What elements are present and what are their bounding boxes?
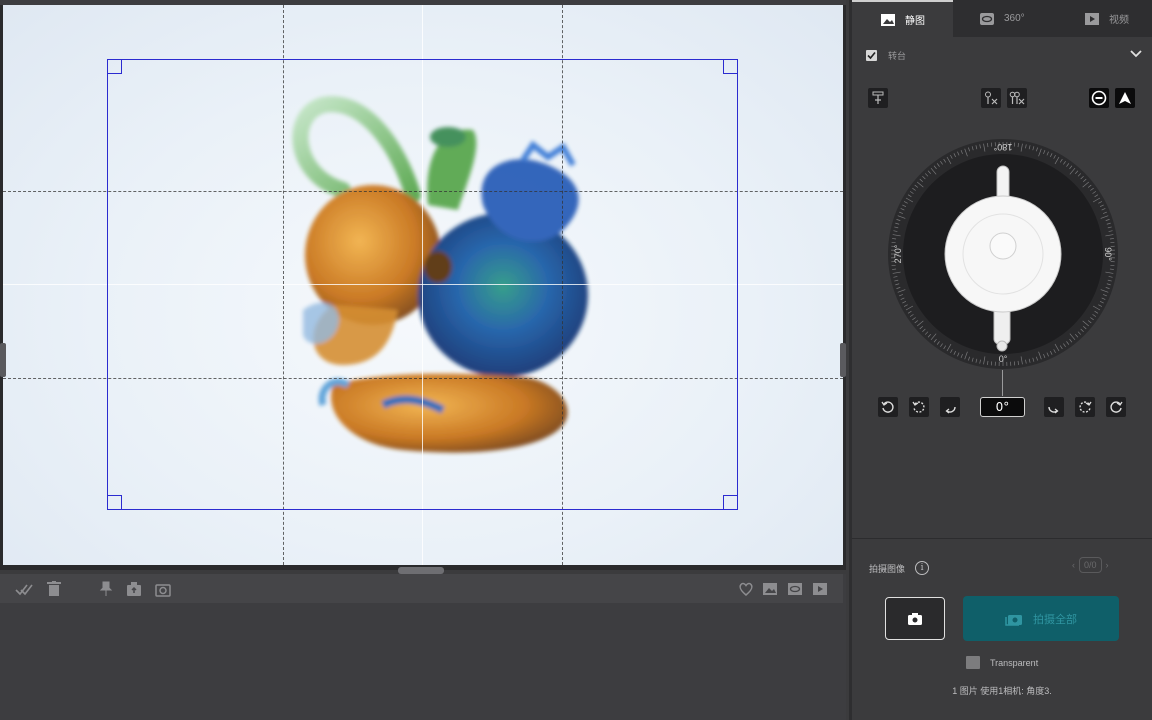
panel-divider: [852, 538, 1152, 539]
export-camera-icon[interactable]: [126, 581, 142, 597]
tab-still-label: 静图: [905, 16, 925, 27]
minus-circle-icon: [1091, 90, 1107, 106]
tab-360-label: 360°: [1004, 13, 1025, 24]
rotate-ccw-button[interactable]: [878, 397, 898, 417]
camera-icon: [908, 612, 922, 625]
capture-images-label: 拍摄图像: [869, 563, 906, 574]
remove-all-markers-button[interactable]: [1007, 88, 1027, 108]
rotate-ccw-small-icon: [945, 406, 956, 414]
rotate-360-icon: [980, 12, 994, 25]
tab-video[interactable]: 视频: [1053, 0, 1152, 37]
crop-handle-top-left[interactable]: [107, 59, 122, 74]
tab-video-label: 视频: [1109, 15, 1129, 26]
mode-tabs: 静图 360° 视频: [852, 0, 1152, 37]
right-collapse-handle[interactable]: [840, 343, 846, 377]
info-icon[interactable]: i: [915, 561, 930, 575]
turntable-label: 转台: [888, 50, 907, 61]
dial-label-180: 180°: [993, 142, 1012, 152]
turntable-settings-button[interactable]: [868, 88, 888, 108]
background-option[interactable]: Transparent: [966, 656, 1038, 669]
rotate-cw-step-icon: [1079, 401, 1092, 413]
angle-indicator-line: [1002, 370, 1003, 396]
arrow-up-icon: [1119, 92, 1131, 104]
select-all-icon[interactable]: [15, 581, 33, 597]
capture-all-label: 拍摄全部: [1033, 613, 1077, 626]
pin-icon[interactable]: [99, 581, 115, 597]
image-pager: ‹ 0/0 ›: [1072, 557, 1109, 573]
dial-label-90: 90°: [1103, 247, 1113, 261]
filter-360-icon[interactable]: [787, 581, 803, 597]
chevron-down-icon[interactable]: [1130, 49, 1142, 58]
trash-icon[interactable]: [47, 581, 63, 597]
rotate-cw-button[interactable]: [1106, 397, 1126, 417]
play-icon: [1085, 12, 1099, 25]
rotate-ccw-step-button[interactable]: [909, 397, 929, 417]
tab-still[interactable]: 静图: [852, 0, 953, 37]
stop-rotation-button[interactable]: [1089, 88, 1109, 108]
capture-images-header: 拍摄图像 i: [869, 561, 930, 575]
live-preview[interactable]: [3, 5, 843, 565]
camera-stack-icon: [1005, 614, 1022, 626]
control-panel: 静图 360° 视频 转台 180° 90° 270° 0° 0° 拍摄图像 i…: [849, 0, 1152, 720]
filmstrip-resize-handle[interactable]: [398, 567, 444, 574]
image-icon: [881, 13, 895, 26]
rotate-ccw-icon: [881, 401, 894, 413]
crop-handle-top-right[interactable]: [723, 59, 738, 74]
rotate-cw-small-icon: [1048, 406, 1059, 414]
markers-remove-all-icon: [1009, 91, 1025, 105]
turntable-checkbox[interactable]: [866, 49, 877, 61]
filter-image-icon[interactable]: [762, 581, 778, 597]
left-collapse-handle[interactable]: [0, 343, 6, 377]
tab-360[interactable]: 360°: [953, 0, 1053, 37]
remove-marker-button[interactable]: [981, 88, 1001, 108]
direction-button[interactable]: [1115, 88, 1135, 108]
rotate-ccw-small-button[interactable]: [940, 397, 960, 417]
crop-handle-bottom-right[interactable]: [723, 495, 738, 510]
dial-label-0: 0°: [999, 354, 1008, 364]
current-angle-display[interactable]: 0°: [980, 397, 1025, 417]
marker-remove-icon: [985, 91, 998, 105]
dial-label-270: 270°: [893, 244, 903, 263]
camera-viewport[interactable]: [0, 0, 846, 570]
capture-button[interactable]: [885, 597, 945, 640]
rotate-cw-step-button[interactable]: [1075, 397, 1095, 417]
pager-prev-icon[interactable]: ‹: [1072, 560, 1075, 570]
filmstrip-toolbar: [0, 574, 843, 603]
background-option-label: Transparent: [990, 657, 1039, 668]
capture-summary: 1 图片 使用1相机: 角度3.: [952, 686, 1052, 696]
retake-camera-icon[interactable]: [155, 581, 171, 597]
rotate-cw-small-button[interactable]: [1044, 397, 1064, 417]
pager-count: 0/0: [1079, 557, 1102, 573]
rotate-ccw-step-icon: [912, 401, 925, 413]
turntable-tool-icon: [872, 91, 884, 104]
filter-video-icon[interactable]: [812, 581, 828, 597]
rotation-dial[interactable]: 180° 90° 270° 0°: [887, 138, 1119, 370]
crop-handle-bottom-left[interactable]: [107, 495, 122, 510]
pager-next-icon[interactable]: ›: [1106, 560, 1109, 570]
favorite-heart-icon[interactable]: [738, 581, 754, 597]
capture-all-button[interactable]: 拍摄全部: [963, 596, 1119, 641]
crop-frame[interactable]: [107, 59, 738, 510]
turntable-section-header[interactable]: 转台: [866, 47, 1142, 63]
rotate-cw-icon: [1110, 401, 1123, 413]
transparent-image-icon: [966, 656, 980, 669]
filmstrip-panel: [0, 574, 846, 720]
